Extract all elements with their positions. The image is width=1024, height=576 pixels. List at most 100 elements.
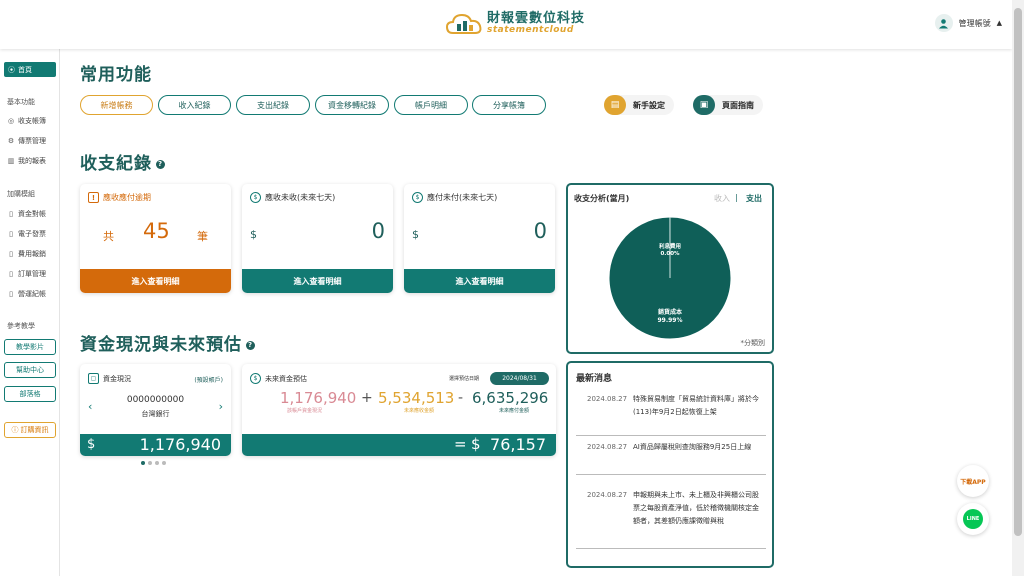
line-button[interactable]: LINE — [957, 503, 989, 535]
overdue-card: ! 應收應付逾期 共 45 筆 進入查看明細 — [80, 184, 231, 293]
funds-title: 資金現況與未來預估? — [80, 335, 255, 355]
sidebar-item-expense[interactable]: ▯ 費用報銷 — [7, 249, 46, 259]
dollar-coin-icon: $ — [250, 373, 261, 384]
sidebar-item-reconcile[interactable]: ▯ 資金對帳 — [7, 209, 46, 219]
info-icon: ⓘ — [11, 426, 19, 434]
income-record-pill[interactable]: 收入紀錄 — [158, 95, 231, 115]
dollar-coin-icon: $ — [250, 192, 261, 203]
gear-icon: ⚙ — [7, 137, 15, 145]
carousel-dots — [141, 461, 166, 465]
sidebar-group-basic: 基本功能 — [7, 98, 35, 106]
pie-value-large: 99.99% — [658, 317, 683, 324]
common-functions-title: 常用功能 — [80, 65, 152, 85]
minus-sign: - — [458, 390, 464, 406]
add-entry-pill[interactable]: 新增帳務 — [80, 95, 153, 115]
sidebar-group-addon: 加購模組 — [7, 190, 35, 198]
carousel-dot[interactable] — [162, 461, 166, 465]
analysis-card: 收支分析(當月) 收入 | 支出 利息費用 0.00% 銷貨成本 99.99% *分類… — [566, 183, 774, 354]
question-icon[interactable]: ? — [246, 340, 255, 350]
order-info-button[interactable]: ⓘ 訂購資訊 — [4, 422, 56, 438]
overdue-title: 應收應付逾期 — [103, 193, 151, 202]
bar-chart-icon: ▥ — [7, 157, 15, 165]
overdue-count: 45 — [143, 219, 170, 243]
top-header: 財報雲數位科技 statementcloud 管理帳號 ▲ — [0, 0, 1012, 49]
question-icon[interactable]: ? — [156, 159, 165, 169]
cash-title: 資金現況 — [103, 374, 131, 383]
account-label: 管理帳號 — [958, 18, 991, 28]
page-scrollbar[interactable] — [1012, 0, 1024, 576]
receivable-currency: $ — [250, 228, 257, 241]
brand-name-cn: 財報雲數位科技 — [487, 10, 586, 26]
sidebar-item-home[interactable]: ⦿ 首頁 — [4, 62, 56, 77]
analysis-note: *分類別 — [740, 339, 766, 347]
cash-amount-bar: $ 1,176,940 — [80, 434, 231, 456]
bank-name: 台灣銀行 — [141, 410, 170, 418]
forecast-receivable: 5,534,513 — [378, 389, 455, 407]
brand-logo[interactable]: 財報雲數位科技 statementcloud — [445, 9, 585, 39]
document-icon: ▯ — [9, 210, 13, 218]
account-number: 0000000000 — [126, 395, 185, 405]
account-detail-pill[interactable]: 帳戶明細 — [394, 95, 468, 115]
tutorial-video-button[interactable]: 教學影片 — [4, 339, 56, 355]
forecast-result-bar: = $ 76,157 — [242, 434, 556, 456]
beginner-setup-button[interactable]: ▤ 新手設定 — [604, 95, 674, 115]
sidebar-item-reports[interactable]: ▥ 我的報表 — [7, 156, 46, 166]
account-menu[interactable]: 管理帳號 ▲ — [934, 14, 1002, 32]
document-icon: ▯ — [9, 230, 13, 238]
overdue-unit: 筆 — [197, 230, 208, 243]
document-icon: ▯ — [9, 270, 13, 278]
scrollbar-thumb[interactable] — [1014, 8, 1022, 536]
book-icon: ▤ — [604, 95, 626, 115]
help-center-button[interactable]: 幫助中心 — [4, 362, 56, 378]
receivable-card: $ 應收未收(未來七天) $ 0 進入查看明細 — [242, 184, 393, 293]
pie-value-small: 0.00% — [660, 251, 680, 257]
records-title: 收支紀錄? — [80, 154, 165, 174]
default-account-tag: (預設帳戶) — [194, 377, 223, 384]
plus-sign: + — [361, 390, 373, 406]
fund-transfer-pill[interactable]: 資金移轉紀錄 — [315, 95, 389, 115]
sidebar-item-einvoice[interactable]: ▯ 電子發票 — [7, 229, 46, 239]
carousel-dot[interactable] — [148, 461, 152, 465]
pie-chart: 利息費用0.00% 銷貨成本99.99% — [608, 216, 732, 340]
news-item[interactable]: 2024.08.27 AI資品歸屬稅則查詢服務9月25日上線 — [576, 441, 766, 475]
news-title: 最新消息 — [576, 374, 613, 384]
pie-label-large: 銷貨成本 — [658, 308, 683, 316]
carousel-dot[interactable] — [141, 461, 145, 465]
pie-label-small: 利息費用 — [659, 242, 681, 250]
news-item[interactable]: 2024.08.27 特殊貿易制度「貿易統計資料庫」將於今(113)年9月2日起… — [576, 393, 766, 436]
sidebar-item-voucher[interactable]: ⚙ 傳票管理 — [7, 136, 46, 146]
payable-view-detail-button[interactable]: 進入查看明細 — [404, 269, 555, 293]
line-icon: LINE — [963, 509, 983, 529]
page-guide-button[interactable]: ▣ 頁面指南 — [693, 95, 763, 115]
payable-card: $ 應付未付(未來七天) $ 0 進入查看明細 — [404, 184, 555, 293]
forecast-date-picker[interactable]: 2024/08/31 — [490, 372, 549, 385]
safe-icon: ▢ — [88, 373, 99, 384]
sidebar: ⦿ 首頁 基本功能 ◎ 收支帳簿 ⚙ 傳票管理 ▥ 我的報表 加購模組 ▯ 資金對帳 ▯… — [0, 49, 60, 576]
forecast-current: 1,176,940 — [280, 389, 357, 407]
alert-icon: ! — [88, 192, 99, 203]
news-item[interactable]: 2024.08.27 申報期與未上市、未上櫃及非興櫃公司股票之每股資產淨值，低於… — [576, 489, 766, 549]
payable-currency: $ — [412, 228, 419, 241]
overdue-view-detail-button[interactable]: 進入查看明細 — [80, 269, 231, 293]
payable-amount: 0 — [533, 219, 547, 243]
home-icon: ⦿ — [8, 65, 15, 74]
guide-icon: ▣ — [693, 95, 715, 115]
forecast-date-label: 選擇預估日期 — [449, 376, 480, 382]
cloud-logo-icon — [445, 13, 482, 34]
sidebar-item-orders[interactable]: ▯ 訂單管理 — [7, 269, 46, 279]
receivable-view-detail-button[interactable]: 進入查看明細 — [242, 269, 393, 293]
forecast-result-currency: $ — [471, 435, 481, 453]
sidebar-item-ledger[interactable]: ◎ 收支帳簿 — [7, 116, 46, 126]
cash-status-card: ▢ 資金現況 (預設帳戶) ‹ 0000000000 台灣銀行 › $ 1,17… — [80, 364, 231, 456]
user-avatar-icon — [934, 14, 953, 32]
sidebar-item-operations[interactable]: ▯ 營運紀帳 — [7, 289, 46, 299]
next-account-chevron-icon[interactable]: › — [219, 400, 223, 413]
share-ledger-pill[interactable]: 分享帳簿 — [472, 95, 546, 115]
blog-button[interactable]: 部落格 — [4, 386, 56, 402]
payable-title: 應付未付(未來七天) — [427, 193, 498, 202]
carousel-dot[interactable] — [155, 461, 159, 465]
brand-name-en: statementcloud — [487, 25, 574, 36]
download-app-button[interactable]: 下載APP — [957, 465, 989, 497]
document-icon: ▯ — [9, 290, 13, 298]
expense-record-pill[interactable]: 支出紀錄 — [236, 95, 310, 115]
